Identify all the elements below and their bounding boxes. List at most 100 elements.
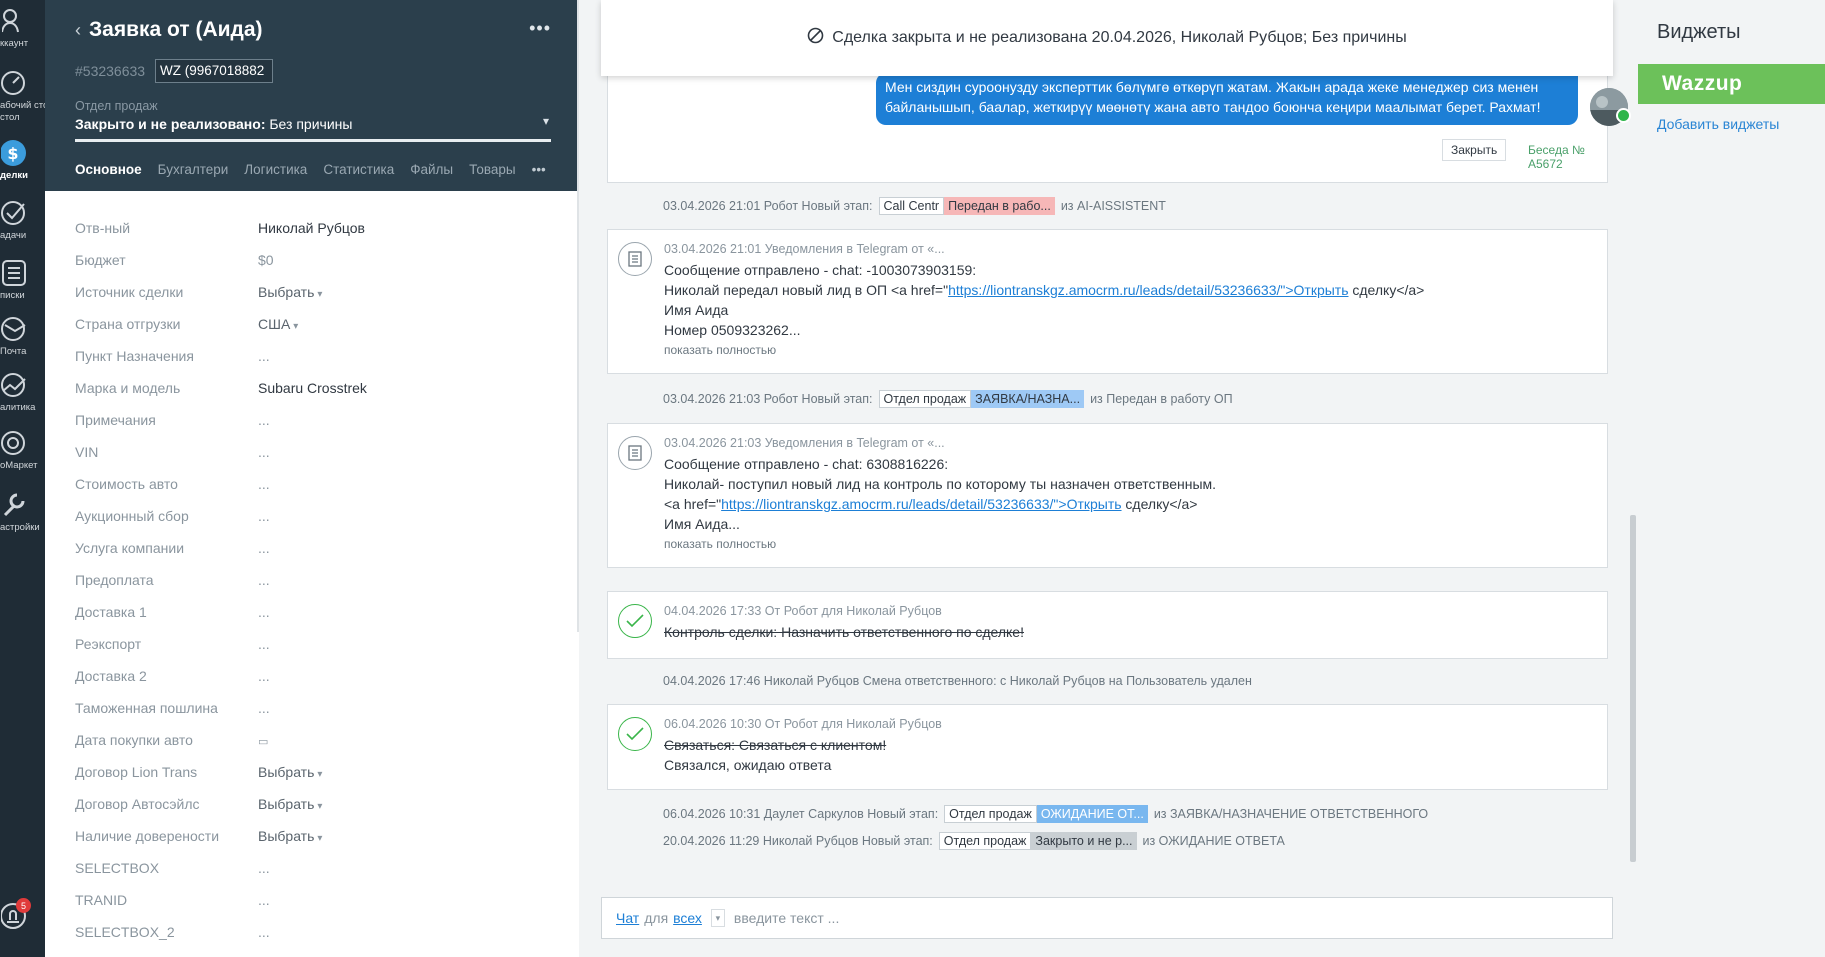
tab-products[interactable]: Товары: [469, 162, 515, 177]
close-conversation-button[interactable]: Закрыть: [1442, 139, 1507, 161]
nav-label: ккаунт: [0, 38, 29, 49]
field-value[interactable]: ...: [258, 476, 270, 492]
analytics-icon: [0, 370, 30, 400]
tab-statistics[interactable]: Статистика: [323, 162, 394, 177]
task-body: Контроль сделки: Назначить ответственног…: [664, 622, 1024, 642]
field-value-text: Subaru Crosstrek: [258, 380, 367, 396]
note-line: Номер 0509323262...: [664, 322, 801, 338]
chevron-down-icon: ▾: [317, 833, 323, 844]
note-meta: 03.04.2026 21:01 Уведомления в Telegram …: [664, 242, 945, 256]
field-label: Дата покупки авто: [75, 732, 193, 748]
nav-analytics[interactable]: алитика: [0, 370, 45, 414]
nav-label: делки: [0, 170, 28, 181]
chat-type-link[interactable]: Чат: [616, 910, 639, 926]
feed-scrollbar[interactable]: [1630, 515, 1636, 862]
field-value[interactable]: Выбрать ▾: [258, 828, 322, 844]
nav-deals[interactable]: $ делки: [0, 138, 45, 182]
field-value[interactable]: Subaru Crosstrek: [258, 380, 367, 396]
recipient-link[interactable]: всех: [673, 910, 702, 926]
stage-event: 06.04.2026 10:31 Даулет Саркулов Новый э…: [663, 805, 1428, 823]
field-value[interactable]: ...: [258, 668, 270, 684]
more-options-icon[interactable]: •••: [529, 18, 551, 39]
nav-notifications[interactable]: 5: [0, 898, 45, 930]
message-composer[interactable]: Чат для всех ▾ введите текст ...: [601, 897, 1613, 939]
event-status: ОЖИДАНИЕ ОТ...: [1036, 805, 1148, 823]
wa-message: Мен сиздин суроонузду эксперттик бөлүмгө…: [876, 73, 1578, 125]
field-value[interactable]: ...: [258, 636, 270, 652]
field-value[interactable]: $0: [258, 252, 274, 268]
field-row: Стоимость авто...: [75, 468, 555, 500]
field-value-text: ...: [258, 540, 270, 556]
field-label: Доставка 2: [75, 668, 147, 684]
field-value[interactable]: Выбрать ▾: [258, 796, 322, 812]
chevron-down-icon: ▾: [317, 289, 323, 300]
field-value[interactable]: Выбрать ▾: [258, 764, 322, 780]
field-value[interactable]: Выбрать ▾: [258, 284, 322, 300]
field-value[interactable]: ...: [258, 412, 270, 428]
tab-accounting[interactable]: Бухгалтери: [158, 162, 229, 177]
field-value[interactable]: ...: [258, 604, 270, 620]
field-value[interactable]: ...: [258, 924, 270, 940]
task-card: 06.04.2026 10:30 От Робот для Николай Ру…: [607, 704, 1608, 790]
nav-settings[interactable]: астройки: [0, 490, 45, 534]
lead-fields: Отв-ный Николай Рубцов Бюджет $0 Источник сд…: [75, 212, 555, 948]
lead-tag[interactable]: WZ (9967018882: [155, 59, 273, 83]
field-value[interactable]: ...: [258, 572, 270, 588]
nav-account[interactable]: ккаунт: [0, 6, 45, 50]
more-tabs-icon[interactable]: •••: [532, 162, 546, 177]
task-meta: 04.04.2026 17:33 От Робот для Николай Ру…: [664, 604, 942, 618]
tab-logistics[interactable]: Логистика: [244, 162, 307, 177]
note-body: Сообщение отправлено - chat: 6308816226:…: [664, 454, 1216, 534]
composer-placeholder[interactable]: введите текст ...: [734, 910, 839, 926]
nav-dashboard[interactable]: абочий стол стол: [0, 68, 54, 124]
check-icon[interactable]: [618, 717, 652, 751]
chevron-down-icon: ▾: [317, 801, 323, 812]
nav-mail[interactable]: Почта: [0, 314, 45, 358]
field-value-text: Николай Рубцов: [258, 220, 365, 236]
field-value[interactable]: ...: [258, 444, 270, 460]
field-row: VIN...: [75, 436, 555, 468]
nav-market[interactable]: оМаркет: [0, 428, 45, 472]
add-widgets-link[interactable]: Добавить виджеты: [1657, 116, 1779, 132]
chevron-down-icon[interactable]: ▾: [710, 909, 725, 927]
lead-title-text[interactable]: Заявка от (Аида): [89, 18, 263, 42]
lead-link[interactable]: https://liontranskgz.amocrm.ru/leads/det…: [721, 496, 1121, 512]
field-row: Наличие доверености Выбрать ▾: [75, 820, 555, 852]
tab-main[interactable]: Основное: [75, 162, 142, 177]
field-value[interactable]: ▭: [258, 732, 268, 748]
calendar-icon: ▭: [258, 736, 269, 748]
show-more-link[interactable]: показать полностью: [664, 537, 776, 551]
field-value[interactable]: ...: [258, 892, 270, 908]
field-row: Источник сделки Выбрать ▾: [75, 276, 555, 308]
nav-lists[interactable]: писки: [0, 258, 45, 302]
field-value-text: ...: [258, 412, 270, 428]
wazzup-widget[interactable]: Wazzup: [1638, 64, 1825, 104]
conversation-link[interactable]: Беседа № А5672: [1528, 143, 1607, 171]
stage-event: 20.04.2026 11:29 Николай Рубцов Новый эт…: [663, 832, 1285, 850]
show-more-link[interactable]: показать полностью: [664, 343, 776, 357]
task-card: 04.04.2026 17:33 От Робот для Николай Ру…: [607, 591, 1608, 659]
field-label: Стоимость авто: [75, 476, 178, 492]
check-icon[interactable]: [618, 604, 652, 638]
lead-title: ‹ Заявка от (Аида): [75, 18, 263, 42]
field-value-text: ...: [258, 348, 270, 364]
tab-files[interactable]: Файлы: [410, 162, 453, 177]
field-value-text: Выбрать: [258, 828, 315, 844]
event-from: из ОЖИДАНИЕ ОТВЕТА: [1142, 834, 1285, 848]
field-value[interactable]: ...: [258, 700, 270, 716]
chevron-down-icon[interactable]: ▾: [543, 114, 549, 128]
nav-tasks[interactable]: адачи: [0, 198, 45, 242]
back-icon[interactable]: ‹: [75, 20, 81, 41]
pipeline-status[interactable]: Закрыто и не реализовано: Без причины: [75, 116, 352, 132]
lead-link[interactable]: https://liontranskgz.amocrm.ru/leads/det…: [948, 282, 1348, 298]
field-value[interactable]: Николай Рубцов: [258, 220, 365, 236]
field-row: Отв-ный Николай Рубцов: [75, 212, 555, 244]
field-value[interactable]: США ▾: [258, 316, 298, 332]
mail-icon: [0, 314, 30, 344]
field-label: Предоплата: [75, 572, 154, 588]
field-value[interactable]: ...: [258, 540, 270, 556]
field-value[interactable]: ...: [258, 508, 270, 524]
field-value[interactable]: ...: [258, 860, 270, 876]
field-label: Таможенная пошлина: [75, 700, 218, 716]
field-value[interactable]: ...: [258, 348, 270, 364]
